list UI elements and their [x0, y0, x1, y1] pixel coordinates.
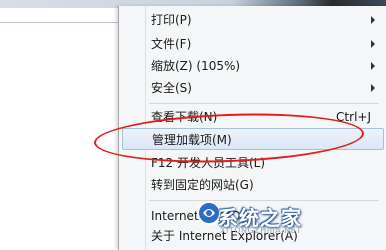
menu-item-label: 文件(F): [151, 37, 192, 51]
submenu-arrow-icon: [371, 16, 375, 24]
tools-context-menu: 打印(P) 文件(F) 缩放(Z) (105%) 安全(S) 查看下载(N) C…: [118, 6, 386, 250]
menu-item-label: 缩放(Z) (105%): [151, 59, 241, 73]
menu-item-label: 转到固定的网站(G): [151, 178, 254, 192]
menu-item-label: 安全(S): [151, 81, 192, 95]
menu-item-pinned-sites[interactable]: 转到固定的网站(G): [119, 174, 386, 196]
menu-item-manage-addons[interactable]: 管理加载项(M): [122, 128, 384, 150]
submenu-arrow-icon: [371, 62, 375, 70]
menu-item-label: 管理加载项(M): [152, 133, 232, 147]
menu-item-view-downloads[interactable]: 查看下载(N) Ctrl+J: [119, 106, 386, 128]
menu-item-shortcut: Ctrl+J: [336, 110, 371, 124]
menu-separator: [149, 200, 379, 201]
menu-item-internet-options[interactable]: Internet 选项(O): [119, 205, 386, 227]
page-content-area: [0, 8, 118, 250]
menu-item-zoom[interactable]: 缩放(Z) (105%): [119, 55, 386, 77]
menu-item-f12-developer-tools[interactable]: F12 开发人员工具(L): [119, 152, 386, 174]
menu-item-label: 关于 Internet Explorer(A): [151, 229, 298, 243]
menu-item-about-ie[interactable]: 关于 Internet Explorer(A): [119, 225, 386, 247]
menu-item-safety[interactable]: 安全(S): [119, 77, 386, 99]
submenu-arrow-icon: [371, 84, 375, 92]
menu-item-label: 查看下载(N): [151, 110, 218, 124]
submenu-arrow-icon: [371, 40, 375, 48]
page-divider: [0, 22, 118, 23]
menu-item-label: 打印(P): [151, 13, 192, 27]
menu-separator: [149, 103, 379, 104]
menu-item-label: F12 开发人员工具(L): [151, 156, 266, 170]
menu-item-label: Internet 选项(O): [151, 209, 246, 223]
menu-item-file[interactable]: 文件(F): [119, 33, 386, 55]
menu-item-print[interactable]: 打印(P): [119, 9, 386, 31]
screen: 打印(P) 文件(F) 缩放(Z) (105%) 安全(S) 查看下载(N) C…: [0, 0, 386, 250]
